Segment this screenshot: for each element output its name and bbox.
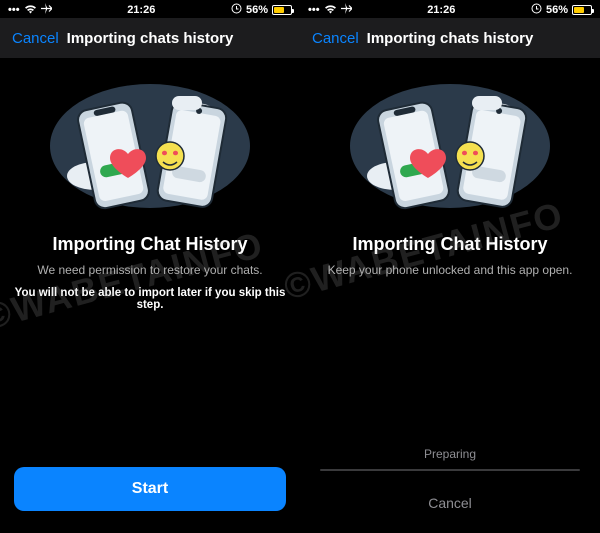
heading: Importing Chat History [352,234,547,255]
airplane-icon [41,3,52,17]
start-button[interactable]: Start [14,467,286,511]
warning-text: You will not be able to import later if … [14,287,286,311]
subheading: We need permission to restore your chats… [37,263,262,277]
cancel-button[interactable]: Cancel [428,495,472,511]
nav-cancel-button[interactable]: Cancel [12,30,59,47]
illustration-chat-transfer [340,76,560,216]
nav-bar: Cancel Importing chats history [300,18,600,58]
screen-preparing: ••• 21:26 56% Cancel Importing chats his… [300,0,600,533]
illustration-chat-transfer [40,76,260,216]
wifi-icon [324,4,337,17]
progress-bar [320,469,580,471]
subheading: Keep your phone unlocked and this app op… [328,263,573,277]
clock: 21:26 [352,4,531,16]
battery-icon [272,5,292,15]
nav-bar: Cancel Importing chats history [0,18,300,58]
battery-icon [572,5,592,15]
nav-cancel-button[interactable]: Cancel [312,30,359,47]
cellular-icon: ••• [8,4,20,16]
cellular-icon: ••• [308,4,320,16]
progress-status-text: Preparing [424,447,476,461]
battery-percent: 56% [546,4,568,16]
rotation-lock-icon [231,3,242,17]
rotation-lock-icon [531,3,542,17]
clock: 21:26 [52,4,231,16]
heading: Importing Chat History [52,234,247,255]
airplane-icon [341,3,352,17]
screen-permission: ••• 21:26 56% Cancel Importing chats his… [0,0,300,533]
status-bar: ••• 21:26 56% [300,0,600,18]
battery-percent: 56% [246,4,268,16]
wifi-icon [24,4,37,17]
status-bar: ••• 21:26 56% [0,0,300,18]
